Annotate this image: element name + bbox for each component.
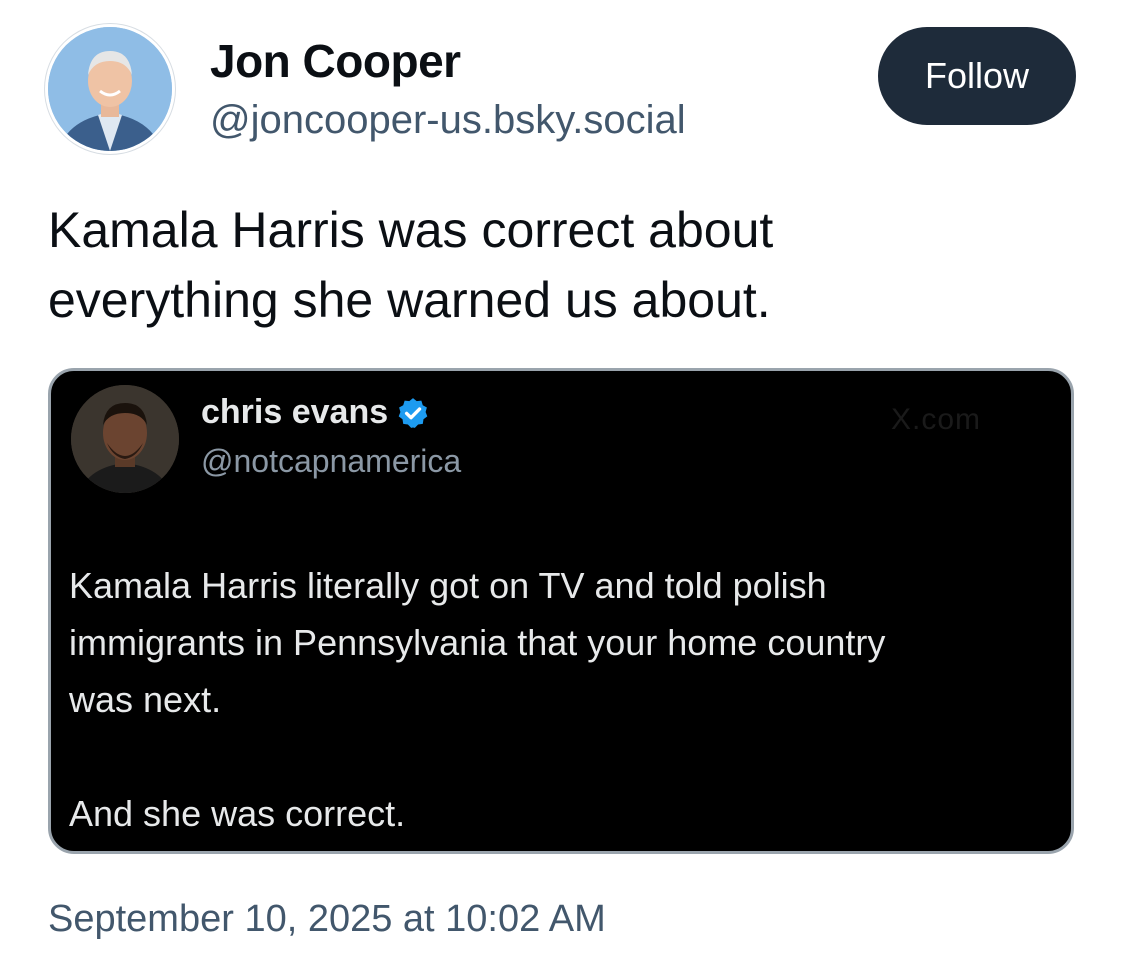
embed-post-text: Kamala Harris literally got on TV and to… (69, 557, 1059, 842)
author-avatar[interactable] (48, 27, 172, 151)
x-watermark: X.com (891, 403, 982, 436)
verified-badge-icon (396, 396, 430, 430)
follow-button[interactable]: Follow (878, 27, 1076, 125)
embed-text-line: immigrants in Pennsylvania that your hom… (69, 622, 886, 663)
author-handle[interactable]: @joncooper-us.bsky.social (210, 98, 686, 143)
embed-avatar-image (71, 385, 179, 493)
post-text: Kamala Harris was correct about everythi… (48, 195, 1068, 335)
post-card: Jon Cooper @joncooper-us.bsky.social Fol… (0, 0, 1125, 968)
embed-display-name-text: chris evans (201, 393, 389, 431)
embed-avatar (71, 385, 179, 493)
author-avatar-image (48, 27, 172, 151)
embed-handle: @notcapnamerica (201, 443, 462, 479)
embedded-image[interactable]: chris evans @notcapnamerica X.com Kamala… (48, 368, 1074, 854)
post-text-line: everything she warned us about. (48, 272, 771, 328)
embed-text-line: Kamala Harris literally got on TV and to… (69, 565, 827, 606)
embed-display-name: chris evans (201, 393, 430, 432)
embed-text-line: was next. (69, 679, 222, 720)
author-display-name[interactable]: Jon Cooper (210, 34, 461, 88)
embed-text-line: And she was correct. (69, 793, 406, 834)
post-timestamp[interactable]: September 10, 2025 at 10:02 AM (48, 898, 606, 941)
post-text-line: Kamala Harris was correct about (48, 202, 774, 258)
